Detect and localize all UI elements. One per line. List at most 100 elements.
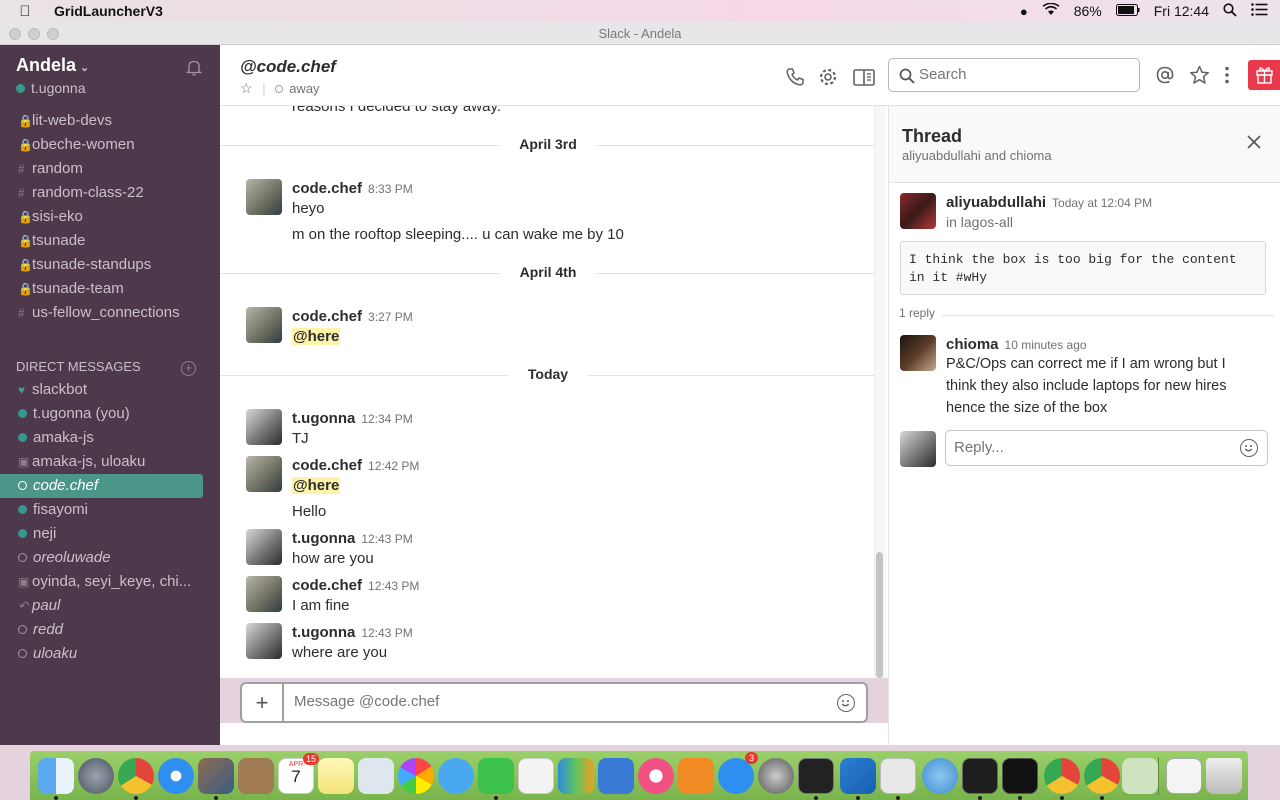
dm-paul[interactable]: ↶ paul [0,594,220,618]
message-timestamp[interactable]: 12:34 PM [361,412,412,426]
downloads-stack-icon[interactable] [1122,758,1158,794]
avatar[interactable] [246,576,282,612]
reminders-icon[interactable] [358,758,394,794]
safari-icon[interactable] [158,758,194,794]
active-app-name[interactable]: GridLauncherV3 [54,3,163,19]
channel-random[interactable]: # random [0,157,220,181]
chrome-icon[interactable] [1044,758,1080,794]
phone-icon[interactable] [785,67,805,87]
facetime-icon[interactable] [478,758,514,794]
channel-sisi-eko[interactable]: 🔒sisi-eko [0,205,220,229]
itunes-icon[interactable] [638,758,674,794]
message-author[interactable]: code.chef 8:33 PM [292,180,413,197]
notification-center-icon[interactable] [1251,3,1268,19]
details-pane-icon[interactable] [853,67,875,87]
chrome-icon[interactable] [118,758,154,794]
dm-amaka-js-uloaku[interactable]: ▣ amaka-js, uloaku [0,450,220,474]
channel-tsunade-team[interactable]: 🔒tsunade-team [0,277,220,301]
scrollbar-thumb[interactable] [876,552,883,678]
numbers-icon[interactable] [558,758,594,794]
avatar[interactable] [900,335,936,371]
message-author[interactable]: t.ugonna 12:34 PM [292,410,413,427]
wifi-icon[interactable] [1042,2,1060,19]
more-options-icon[interactable] [1224,65,1234,85]
current-user[interactable]: t.ugonna [16,80,86,96]
iterm-icon[interactable] [1002,758,1038,794]
clock[interactable]: Fri 12:44 [1154,3,1209,19]
avatar[interactable] [246,307,282,343]
parent-channel-link[interactable]: in lagos-all [946,214,1013,230]
mentions-icon[interactable] [1155,65,1175,85]
avatar[interactable] [246,529,282,565]
bell-icon[interactable] [185,59,203,76]
zoom-window-button[interactable] [47,28,59,40]
calendar-icon[interactable]: APR 7 15 [278,753,319,794]
message-author[interactable]: code.chef 3:27 PM [292,308,413,325]
close-icon[interactable] [1247,134,1261,152]
channel-us-fellow-connections[interactable]: # us-fellow_connections [0,301,220,325]
keynote-icon[interactable] [598,758,634,794]
avatar[interactable] [246,456,282,492]
activity-monitor-icon[interactable] [962,758,998,794]
evernote-icon[interactable]: ● [1020,4,1028,19]
dm-amaka-js[interactable]: amaka-js [0,426,220,450]
thread-reply-box[interactable] [945,430,1268,466]
battery-percent[interactable]: 86% [1074,3,1102,19]
dm-slackbot[interactable]: ♥ slackbot [0,378,220,402]
here-mention[interactable]: @here [292,328,341,345]
channel-obeche-women[interactable]: 🔒obeche-women [0,133,220,157]
dm-oreoluwade[interactable]: oreoluwade [0,546,220,570]
team-switcher[interactable]: Andela ⌄ [16,55,89,76]
message-author[interactable]: t.ugonna 12:43 PM [292,530,413,547]
message-timestamp[interactable]: 12:43 PM [368,579,419,593]
apple-menu-icon[interactable]:  [16,3,34,20]
message-timestamp[interactable]: 12:43 PM [361,626,412,640]
here-mention[interactable]: @here [292,477,341,494]
starred-items-icon[interactable] [1189,65,1209,85]
dm-uloaku[interactable]: uloaku [0,642,220,666]
channel-random-class-22[interactable]: # random-class-22 [0,181,220,205]
message-author[interactable]: chioma 10 minutes ago [946,336,1087,353]
trash-icon[interactable] [1206,758,1242,794]
star-icon[interactable]: ☆ [240,80,253,96]
launchpad-icon[interactable] [78,758,114,794]
message-composer[interactable]: + [240,682,868,723]
dm-t-ugonna[interactable]: t.ugonna (you) [0,402,220,426]
photos-icon[interactable] [398,758,434,794]
contacts-icon[interactable] [238,758,274,794]
dm-code-chef[interactable]: code.chef [0,474,203,498]
emoji-picker-icon[interactable] [837,694,855,712]
message-author[interactable]: aliyuabdullahi Today at 12:04 PM [946,194,1152,211]
chrome-canary-icon[interactable] [1084,758,1120,794]
battery-icon[interactable] [1115,3,1140,19]
attach-file-button[interactable]: + [242,684,284,721]
close-window-button[interactable] [9,28,21,40]
search-box[interactable] [888,58,1140,92]
dm-redd[interactable]: redd [0,618,220,642]
message-author[interactable]: t.ugonna 12:43 PM [292,624,413,641]
dm-oyinda-group[interactable]: ▣ oyinda, seyi_keye, chi... [0,570,220,594]
sequel-pro-icon[interactable] [922,758,958,794]
system-preferences-icon[interactable] [758,758,794,794]
thread-reply-input[interactable] [954,439,1224,456]
message-timestamp[interactable]: 12:42 PM [368,459,419,473]
message-input[interactable] [294,693,814,710]
search-input[interactable] [919,66,1129,83]
messages-icon[interactable] [438,758,474,794]
avatar[interactable] [246,409,282,445]
textedit-icon[interactable] [518,758,554,794]
avatar[interactable] [246,179,282,215]
finder-icon[interactable] [38,758,74,794]
message-timestamp[interactable]: Today at 12:04 PM [1052,196,1152,210]
direct-messages-header[interactable]: DIRECT MESSAGES [16,359,141,374]
channel-title[interactable]: @code.chef [240,57,336,77]
message-timestamp[interactable]: 10 minutes ago [1005,338,1087,352]
emoji-picker-icon[interactable] [1240,439,1258,457]
channel-tsunade-standups[interactable]: 🔒tsunade-standups [0,253,220,277]
avatar[interactable] [900,193,936,229]
terminal-icon[interactable] [798,758,834,794]
dm-fisayomi[interactable]: fisayomi [0,498,220,522]
message-pane[interactable]: reasons I decided to stay away. April 3r… [220,106,888,678]
channel-tsunade[interactable]: 🔒tsunade [0,229,220,253]
gear-icon[interactable] [818,67,838,87]
